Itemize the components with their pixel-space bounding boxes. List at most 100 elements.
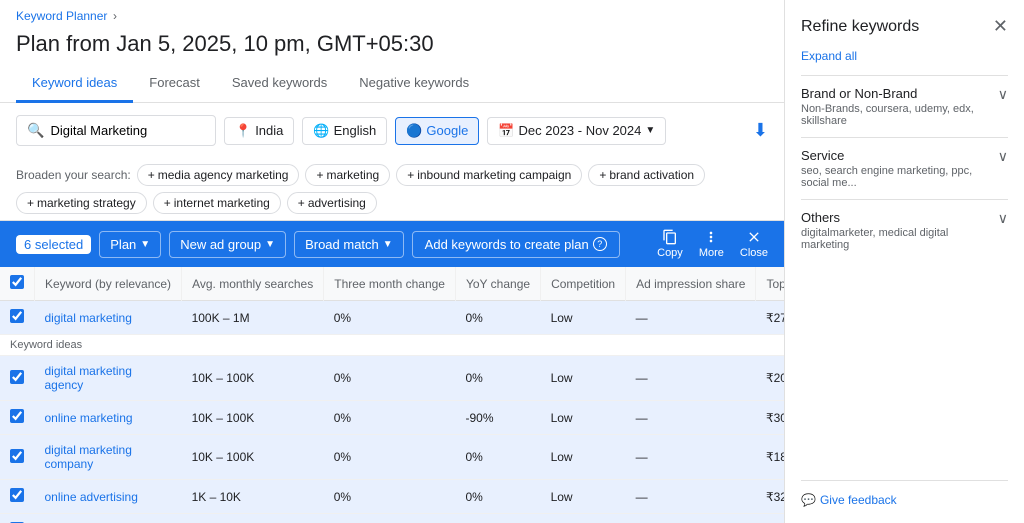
broaden-chip-2[interactable]: +inbound marketing campaign	[396, 164, 582, 186]
toolbar: 6 selected Plan ▼ New ad group ▼ Broad m…	[0, 221, 784, 267]
feedback-link[interactable]: 💬 Give feedback	[801, 493, 1008, 507]
feedback-label: Give feedback	[820, 493, 897, 507]
bid-low-3: ₹32.60	[756, 480, 784, 514]
broaden-chip-3[interactable]: +brand activation	[588, 164, 705, 186]
row-checkbox-2[interactable]	[10, 449, 24, 463]
feedback-icon: 💬	[801, 493, 816, 507]
refine-section-brand-header[interactable]: Brand or Non-Brand Non-Brands, coursera,…	[801, 86, 1008, 127]
refine-section-brand-chevron: ∨	[998, 86, 1008, 103]
tab-saved-keywords[interactable]: Saved keywords	[216, 65, 343, 103]
keywords-table: Keyword (by relevance) Avg. monthly sear…	[0, 267, 784, 523]
add-keywords-button[interactable]: Add keywords to create plan ?	[412, 231, 620, 258]
engine-icon: 🔵	[406, 123, 422, 139]
table-row: digital marketing company 10K – 100K 0% …	[0, 435, 784, 480]
refine-section-others: Others digitalmarketer, medical digital …	[801, 199, 1008, 261]
new-ad-group-dropdown-icon: ▼	[265, 239, 275, 250]
toolbar-right-actions: Copy More Close	[657, 229, 768, 259]
refine-section-others-header[interactable]: Others digitalmarketer, medical digital …	[801, 210, 1008, 251]
expand-all-link[interactable]: Expand all	[801, 49, 1008, 63]
main-keyword-checkbox[interactable]	[10, 309, 24, 323]
broaden-chip-6[interactable]: +advertising	[287, 192, 377, 214]
plan-button[interactable]: Plan ▼	[99, 231, 161, 258]
refine-section-service: Service seo, search engine marketing, pp…	[801, 137, 1008, 199]
broaden-label: Broaden your search:	[16, 168, 131, 182]
page-title: Plan from Jan 5, 2025, 10 pm, GMT+05:30	[16, 31, 768, 57]
tab-forecast[interactable]: Forecast	[133, 65, 216, 103]
broaden-chip-1[interactable]: +marketing	[305, 164, 390, 186]
row-checkbox-3[interactable]	[10, 488, 24, 502]
row-checkbox-1[interactable]	[10, 409, 24, 423]
three-month-3: 0%	[324, 480, 456, 514]
col-competition: Competition	[541, 267, 626, 301]
competition-1: Low	[541, 401, 626, 435]
col-bid-low: Top of page bid (low range)	[756, 267, 784, 301]
search-bar: 🔍 📍 India 🌐 English 🔵 Google 📅 Dec 2023 …	[0, 103, 784, 158]
refine-section-service-subtitle: seo, search engine marketing, ppc, socia…	[801, 165, 998, 189]
date-range-filter[interactable]: 📅 Dec 2023 - Nov 2024 ▼	[487, 117, 666, 145]
tab-negative-keywords[interactable]: Negative keywords	[343, 65, 485, 103]
competition-2: Low	[541, 435, 626, 480]
select-all-checkbox[interactable]	[10, 275, 24, 289]
search-input[interactable]	[50, 123, 190, 138]
keyword-link-2[interactable]: digital marketing company	[45, 443, 132, 471]
panel-title: Refine keywords	[801, 18, 919, 36]
col-yoy: YoY change	[455, 267, 540, 301]
search-icon: 🔍	[27, 122, 44, 139]
keyword-link-3[interactable]: online advertising	[45, 490, 138, 504]
close-button[interactable]: Close	[740, 229, 768, 259]
breadcrumb-arrow: ›	[113, 9, 117, 23]
copy-button[interactable]: Copy	[657, 229, 683, 259]
panel-close-button[interactable]: ✕	[993, 16, 1008, 37]
col-keyword: Keyword (by relevance)	[35, 267, 182, 301]
tab-keyword-ideas[interactable]: Keyword ideas	[16, 65, 133, 103]
location-filter[interactable]: 📍 India	[224, 117, 294, 145]
tabs-bar: Keyword ideas Forecast Saved keywords Ne…	[0, 65, 784, 103]
location-icon: 📍	[235, 123, 251, 139]
panel-header: Refine keywords ✕	[801, 16, 1008, 37]
close-label: Close	[740, 247, 768, 259]
broad-match-label: Broad match	[305, 237, 379, 252]
competition-0: Low	[541, 356, 626, 401]
yoy-0: 0%	[455, 356, 540, 401]
new-ad-group-label: New ad group	[180, 237, 261, 252]
table-area: Keyword (by relevance) Avg. monthly sear…	[0, 267, 784, 523]
calendar-icon: 📅	[498, 123, 514, 139]
add-keywords-label: Add keywords to create plan	[425, 237, 589, 252]
engine-label: Google	[426, 123, 468, 138]
refine-section-service-header[interactable]: Service seo, search engine marketing, pp…	[801, 148, 1008, 189]
keyword-link-0[interactable]: digital marketing agency	[45, 364, 132, 392]
broaden-chip-4[interactable]: +marketing strategy	[16, 192, 147, 214]
broad-match-dropdown-icon: ▼	[383, 239, 393, 250]
broad-match-button[interactable]: Broad match ▼	[294, 231, 404, 258]
section-row: Keyword ideas	[0, 335, 784, 356]
search-input-wrap[interactable]: 🔍	[16, 115, 216, 146]
table-row: online advertising 1K – 10K 0% 0% Low — …	[0, 480, 784, 514]
more-label: More	[699, 247, 724, 259]
broaden-chip-0[interactable]: +media agency marketing	[137, 164, 300, 186]
avg-1: 10K – 100K	[182, 401, 324, 435]
breadcrumb-link[interactable]: Keyword Planner	[16, 9, 107, 23]
engine-filter[interactable]: 🔵 Google	[395, 117, 479, 145]
three-month-4: 0%	[324, 514, 456, 523]
broaden-chip-5[interactable]: +internet marketing	[153, 192, 281, 214]
table-row: marketing strategy 10K – 100K 0% 0% Low …	[0, 514, 784, 523]
ad-4: —	[626, 514, 756, 523]
avg-0: 10K – 100K	[182, 356, 324, 401]
language-icon: 🌐	[313, 123, 329, 139]
more-button[interactable]: More	[699, 229, 724, 259]
bid-low-2: ₹18.72	[756, 435, 784, 480]
row-checkbox-0[interactable]	[10, 370, 24, 384]
ad-3: —	[626, 480, 756, 514]
location-label: India	[255, 123, 283, 138]
ad-1: —	[626, 401, 756, 435]
section-label: Keyword ideas	[0, 335, 784, 356]
selected-count-badge: 6 selected	[16, 235, 91, 254]
main-ad-impression: —	[626, 301, 756, 335]
keyword-link-1[interactable]: online marketing	[45, 411, 133, 425]
new-ad-group-button[interactable]: New ad group ▼	[169, 231, 286, 258]
main-yoy: 0%	[455, 301, 540, 335]
yoy-3: 0%	[455, 480, 540, 514]
language-filter[interactable]: 🌐 English	[302, 117, 387, 145]
main-keyword-link[interactable]: digital marketing	[45, 311, 132, 325]
download-button[interactable]: ⬇	[753, 120, 768, 141]
